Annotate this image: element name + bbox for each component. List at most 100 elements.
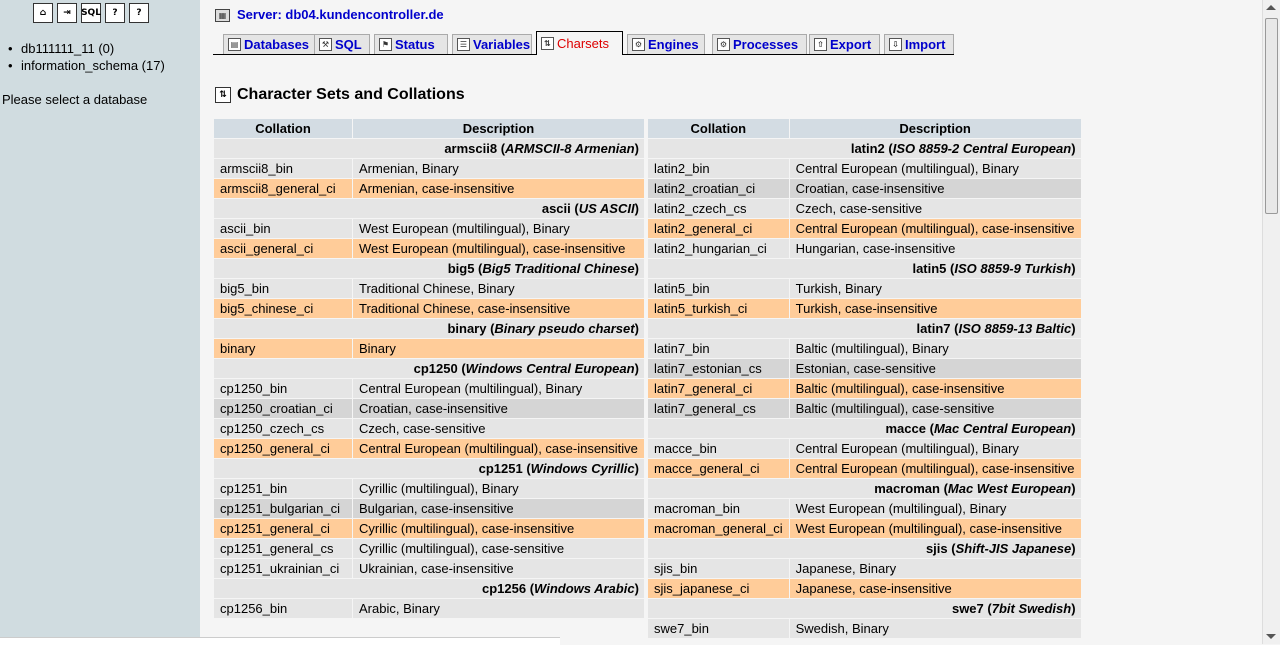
collation-name: ascii_general_ci xyxy=(214,239,352,258)
collation-description: Baltic (multilingual), case-sensitive xyxy=(789,399,1081,418)
tab-charsets[interactable]: ⇅ Charsets xyxy=(536,31,623,55)
navigation-frame: ⌂ ⇥ SQL?? db111111_11 (0) information_sche… xyxy=(0,0,200,644)
charset-group-row: latin7 (ISO 8859-13 Baltic) xyxy=(648,319,1081,338)
tab-status[interactable]: ⚑ Status xyxy=(374,34,448,54)
scrollbar-thumb[interactable] xyxy=(1265,18,1278,214)
collation-name: macce_bin xyxy=(648,439,789,458)
tab-label: Export xyxy=(830,37,872,52)
collation-row: cp1250_czech_cs Czech, case-sensitive xyxy=(214,419,644,438)
scroll-down-arrow-icon[interactable] xyxy=(1266,634,1276,639)
select-database-message: Please select a database xyxy=(2,92,148,107)
collation-name: swe7_bin xyxy=(648,619,789,638)
collation-row: sjis_bin Japanese, Binary xyxy=(648,559,1081,578)
charset-description: Windows Arabic xyxy=(534,581,635,596)
collation-row: cp1251_general_cs Cyrillic (multilingual)… xyxy=(214,539,644,558)
exit-icon: ⇥ xyxy=(63,7,71,18)
charsets-table-left: Collation Description armscii8 (ARMSCII-… xyxy=(213,118,645,619)
collation-description: Turkish, case-insensitive xyxy=(789,299,1081,318)
tab-label: Databases xyxy=(244,37,310,52)
collation-description: Cyrillic (multilingual), case-insensitiv… xyxy=(353,519,644,538)
home-button[interactable]: ⌂ xyxy=(33,3,53,23)
collation-description: Estonian, case-sensitive xyxy=(789,359,1081,378)
database-item[interactable]: db111111_11 (0) xyxy=(8,40,165,57)
collation-name: cp1250_czech_cs xyxy=(214,419,352,438)
charset-description: ISO 8859-13 Baltic xyxy=(958,321,1072,336)
charset-group-row: cp1256 (Windows Arabic) xyxy=(214,579,644,598)
tab-import[interactable]: ⇩ Import xyxy=(884,34,954,54)
collation-row: big5_bin Traditional Chinese, Binary xyxy=(214,279,644,298)
charsets-table-right: Collation Description latin2 (ISO 8859-2… xyxy=(647,118,1082,639)
engines-icon: ⚙ xyxy=(632,38,645,51)
collation-description: Japanese, case-insensitive xyxy=(789,579,1081,598)
server-breadcrumb[interactable]: ▦ Server: db04.kundencontroller.de xyxy=(215,7,444,23)
charset-group-row: ascii (US ASCII) xyxy=(214,199,644,218)
charset-name: cp1256 xyxy=(482,581,527,596)
collation-row: latin2_general_ci Central European (multi… xyxy=(648,219,1081,238)
charset-group-header: macce (Mac Central European) xyxy=(648,419,1081,438)
collation-name: macroman_bin xyxy=(648,499,789,518)
collation-row: cp1251_ukrainian_ci Ukrainian, case-insen… xyxy=(214,559,644,578)
vertical-scrollbar[interactable] xyxy=(1262,0,1280,644)
collation-description: Binary xyxy=(353,339,644,358)
charset-description: Windows Cyrillic xyxy=(530,461,635,476)
page-title-text: Character Sets and Collations xyxy=(237,86,465,103)
sql-docs-button[interactable]: ? xyxy=(129,3,149,23)
collation-name: latin7_general_ci xyxy=(648,379,789,398)
server-tabs: ▤ Databases ⚒ SQL ⚑ Status ☰ Variables ⇅ Charsets… xyxy=(213,31,954,55)
collation-description: Croatian, case-insensitive xyxy=(353,399,644,418)
tab-databases[interactable]: ▤ Databases xyxy=(223,34,315,54)
charset-group-header: latin7 (ISO 8859-13 Baltic) xyxy=(648,319,1081,338)
collation-name: cp1250_general_ci xyxy=(214,439,352,458)
collation-row: cp1250_croatian_ci Croatian, case-insensi… xyxy=(214,399,644,418)
charset-group-header: big5 (Big5 Traditional Chinese) xyxy=(214,259,644,278)
tab-engines[interactable]: ⚙ Engines xyxy=(627,34,705,54)
collation-description: Hungarian, case-insensitive xyxy=(789,239,1081,258)
collation-description: Traditional Chinese, Binary xyxy=(353,279,644,298)
exit-button[interactable]: ⇥ xyxy=(57,3,77,23)
server-label[interactable]: Server: db04.kundencontroller.de xyxy=(237,7,444,23)
documentation-button[interactable]: ? xyxy=(105,3,125,23)
tab-variables[interactable]: ☰ Variables xyxy=(452,34,532,54)
charset-group-row: armscii8 (ARMSCII-8 Armenian) xyxy=(214,139,644,158)
tab-sql[interactable]: ⚒ SQL xyxy=(314,34,370,54)
scroll-up-arrow-icon[interactable] xyxy=(1266,5,1276,10)
charset-description: ISO 8859-2 Central European xyxy=(892,141,1072,156)
database-item[interactable]: information_schema (17) xyxy=(8,57,165,74)
charset-name: sjis xyxy=(925,541,948,556)
collation-name: cp1251_bulgarian_ci xyxy=(214,499,352,518)
sql-query-button[interactable]: SQL xyxy=(81,3,101,23)
table-header-row: Collation Description xyxy=(214,119,644,138)
collation-name: cp1250_bin xyxy=(214,379,352,398)
collation-description: Baltic (multilingual), Binary xyxy=(789,339,1081,358)
collation-name: latin2_hungarian_ci xyxy=(648,239,789,258)
collation-description: Armenian, Binary xyxy=(353,159,644,178)
collation-name: cp1256_bin xyxy=(214,599,352,618)
charset-description: Shift-JIS Japanese xyxy=(955,541,1072,556)
tab-export[interactable]: ⇧ Export xyxy=(809,34,880,54)
tab-label: Import xyxy=(905,37,946,52)
collation-name: latin5_turkish_ci xyxy=(648,299,789,318)
collation-name: latin2_bin xyxy=(648,159,789,178)
collation-row: macce_bin Central European (multilingual)… xyxy=(648,439,1081,458)
processes-icon: ⚙ xyxy=(717,38,730,51)
description-column-header: Description xyxy=(353,119,644,138)
documentation-icon: ? xyxy=(112,7,118,18)
collation-row: latin7_bin Baltic (multilingual), Binary xyxy=(648,339,1081,358)
charset-group-row: cp1251 (Windows Cyrillic) xyxy=(214,459,644,478)
collation-name: latin2_general_ci xyxy=(648,219,789,238)
collation-description: Traditional Chinese, case-insensitive xyxy=(353,299,644,318)
charset-group-header: binary (Binary pseudo charset) xyxy=(214,319,644,338)
collation-row: latin7_general_cs Baltic (multilingual), … xyxy=(648,399,1081,418)
charset-group-row: latin5 (ISO 8859-9 Turkish) xyxy=(648,259,1081,278)
collation-name: big5_chinese_ci xyxy=(214,299,352,318)
collation-name: big5_bin xyxy=(214,279,352,298)
tab-label: Charsets xyxy=(557,36,610,51)
collation-name: cp1251_general_cs xyxy=(214,539,352,558)
tab-processes[interactable]: ⚙ Processes xyxy=(712,34,807,54)
tab-label: Status xyxy=(395,37,435,52)
collation-name: latin7_general_cs xyxy=(648,399,789,418)
charset-group-header: cp1250 (Windows Central European) xyxy=(214,359,644,378)
collation-name: sjis_japanese_ci xyxy=(648,579,789,598)
collation-description: Central European (multilingual), Binary xyxy=(789,159,1081,178)
collation-name: latin5_bin xyxy=(648,279,789,298)
